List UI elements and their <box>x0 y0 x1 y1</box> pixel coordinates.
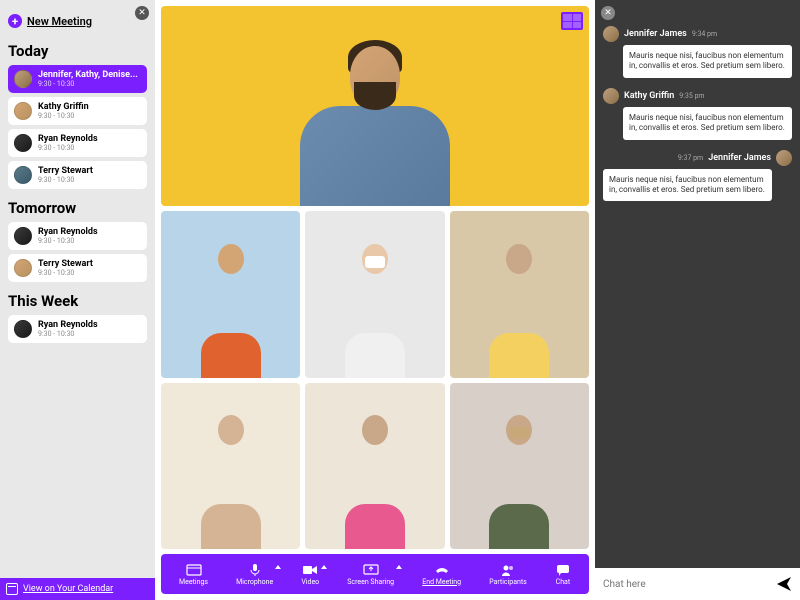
meeting-name: Jennifer, Kathy, Denise... <box>38 70 138 80</box>
meeting-time: 9:30 - 10:30 <box>38 237 98 245</box>
message-text: Mauris neque nisi, faucibus non elementu… <box>623 107 792 140</box>
meeting-time: 9:30 - 10:30 <box>38 144 98 152</box>
chat-messages: Jennifer James9:34 pm Mauris neque nisi,… <box>595 0 800 568</box>
end-call-icon <box>434 563 450 577</box>
avatar <box>14 134 32 152</box>
meeting-time: 9:30 - 10:30 <box>38 176 93 184</box>
microphone-button[interactable]: Microphone <box>236 563 273 586</box>
meeting-time: 9:30 - 10:30 <box>38 269 93 277</box>
send-icon[interactable] <box>776 576 792 592</box>
meeting-item[interactable]: Ryan Reynolds 9:30 - 10:30 <box>8 315 147 343</box>
participant-video[interactable] <box>305 211 444 378</box>
avatar <box>14 166 32 184</box>
plus-icon: + <box>8 14 22 28</box>
video-icon <box>302 563 318 577</box>
meeting-item[interactable]: Terry Stewart 9:30 - 10:30 <box>8 254 147 282</box>
participant-video[interactable] <box>305 383 444 550</box>
meeting-name: Kathy Griffin <box>38 102 89 112</box>
new-meeting-button[interactable]: + New Meeting <box>8 14 147 28</box>
chat-input[interactable] <box>603 579 768 590</box>
message-text: Mauris neque nisi, faucibus non elementu… <box>623 45 792 78</box>
microphone-icon <box>247 563 263 577</box>
meeting-time: 9:30 - 10:30 <box>38 330 98 338</box>
meeting-time: 9:30 - 10:30 <box>38 80 138 88</box>
meeting-toolbar: Meetings Microphone Video Screen Sharing… <box>161 554 589 594</box>
section-today-title: Today <box>8 42 147 60</box>
calendar-link-label: View on Your Calendar <box>23 584 113 594</box>
meeting-item[interactable]: Ryan Reynolds 9:30 - 10:30 <box>8 222 147 250</box>
view-calendar-link[interactable]: View on Your Calendar <box>0 578 155 600</box>
message-text: Mauris neque nisi, faucibus non elementu… <box>603 169 772 202</box>
meeting-name: Ryan Reynolds <box>38 134 98 144</box>
meeting-item[interactable]: Jennifer, Kathy, Denise... 9:30 - 10:30 <box>8 65 147 93</box>
end-meeting-button[interactable]: End Meeting <box>422 563 461 586</box>
chat-input-bar <box>595 568 800 600</box>
avatar <box>776 150 792 166</box>
chat-message: Jennifer James9:37 pm Mauris neque nisi,… <box>603 150 792 202</box>
main-area: Meetings Microphone Video Screen Sharing… <box>155 0 595 600</box>
sidebar: ✕ + New Meeting Today Jennifer, Kathy, D… <box>0 0 155 600</box>
avatar <box>14 102 32 120</box>
meeting-time: 9:30 - 10:30 <box>38 112 89 120</box>
avatar <box>14 259 32 277</box>
chat-icon <box>555 563 571 577</box>
new-meeting-label: New Meeting <box>27 15 92 28</box>
speaker-video[interactable] <box>161 6 589 206</box>
screen-share-icon <box>363 563 379 577</box>
avatar <box>603 26 619 42</box>
video-button[interactable]: Video <box>301 563 319 586</box>
participants-button[interactable]: Participants <box>489 563 527 586</box>
participants-icon <box>500 563 516 577</box>
participant-video[interactable] <box>161 211 300 378</box>
chevron-up-icon <box>275 565 281 569</box>
avatar <box>14 227 32 245</box>
avatar <box>14 70 32 88</box>
section-tomorrow-title: Tomorrow <box>8 199 147 217</box>
close-chat-button[interactable]: ✕ <box>601 6 615 20</box>
meeting-item[interactable]: Kathy Griffin 9:30 - 10:30 <box>8 97 147 125</box>
meeting-name: Terry Stewart <box>38 166 93 176</box>
avatar <box>603 88 619 104</box>
chevron-up-icon <box>396 565 402 569</box>
layout-button[interactable] <box>561 12 583 30</box>
meetings-icon <box>186 563 202 577</box>
meeting-name: Terry Stewart <box>38 259 93 269</box>
section-thisweek-title: This Week <box>8 292 147 310</box>
participant-video[interactable] <box>450 383 589 550</box>
chat-message: Jennifer James9:34 pm Mauris neque nisi,… <box>603 26 792 78</box>
chat-panel: ✕ Jennifer James9:34 pm Mauris neque nis… <box>595 0 800 600</box>
participant-grid <box>161 211 589 549</box>
meeting-name: Ryan Reynolds <box>38 320 98 330</box>
meeting-item[interactable]: Ryan Reynolds 9:30 - 10:30 <box>8 129 147 157</box>
close-sidebar-button[interactable]: ✕ <box>135 6 149 20</box>
chat-button[interactable]: Chat <box>555 563 571 586</box>
participant-video[interactable] <box>450 211 589 378</box>
chevron-up-icon <box>321 565 327 569</box>
chat-message: Kathy Griffin9:35 pm Mauris neque nisi, … <box>603 88 792 140</box>
meetings-button[interactable]: Meetings <box>179 563 208 586</box>
calendar-icon <box>6 583 18 595</box>
screen-sharing-button[interactable]: Screen Sharing <box>347 563 394 586</box>
participant-video[interactable] <box>161 383 300 550</box>
meeting-name: Ryan Reynolds <box>38 227 98 237</box>
avatar <box>14 320 32 338</box>
meeting-item[interactable]: Terry Stewart 9:30 - 10:30 <box>8 161 147 189</box>
